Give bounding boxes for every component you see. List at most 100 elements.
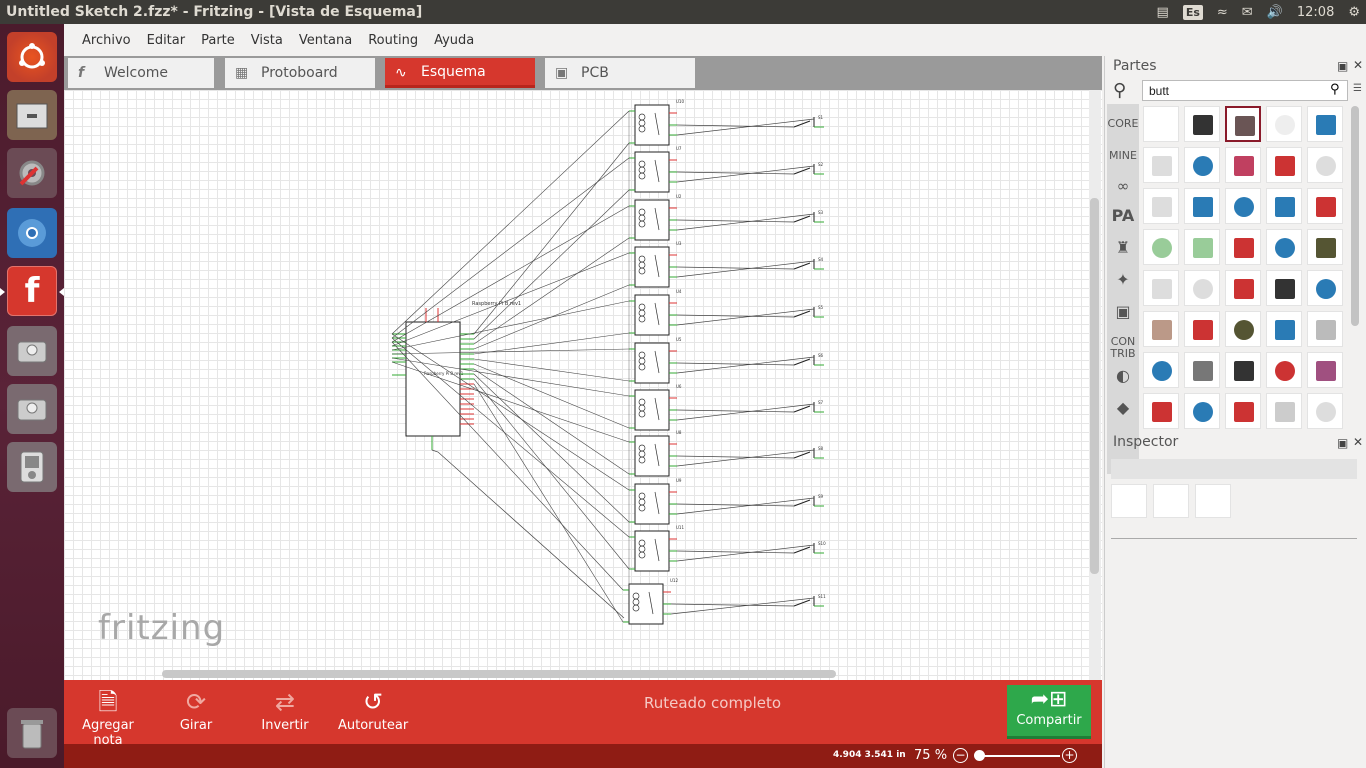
system-settings-icon[interactable]: [7, 148, 57, 198]
share-button[interactable]: ➦⊞ Compartir: [1007, 685, 1091, 739]
arduino-board-part[interactable]: [1225, 188, 1261, 224]
fritzing-app-icon[interactable]: f: [7, 266, 57, 316]
gear-icon[interactable]: ⚙: [1348, 5, 1360, 20]
pushbutton-part[interactable]: [1143, 106, 1179, 142]
keyboard-layout-indicator[interactable]: Es: [1182, 4, 1203, 20]
zoom-slider-thumb[interactable]: [974, 750, 985, 761]
screw-part[interactable]: [1266, 393, 1302, 429]
lilypad-part[interactable]: [1307, 352, 1343, 388]
arduino-mini-part[interactable]: [1184, 147, 1220, 183]
chromium-icon[interactable]: [7, 208, 57, 258]
zoom-in-button[interactable]: +: [1062, 748, 1077, 763]
undock-icon[interactable]: ▣: [1337, 436, 1348, 450]
adafruit-bin-icon[interactable]: PA: [1107, 208, 1139, 224]
menu-archivo[interactable]: Archivo: [82, 33, 131, 48]
seeed-bin-icon[interactable]: ♜: [1107, 240, 1139, 256]
trash-icon[interactable]: [7, 708, 57, 758]
big-button-part[interactable]: [1225, 393, 1261, 429]
button-module-part[interactable]: [1307, 229, 1343, 265]
ubuntu-dash-icon[interactable]: [7, 32, 57, 82]
esplora-part[interactable]: [1143, 352, 1179, 388]
list-view-icon[interactable]: ☰: [1353, 83, 1362, 94]
drive-icon[interactable]: [7, 326, 57, 376]
keypad-part[interactable]: [1143, 270, 1179, 306]
round-button-part[interactable]: [1143, 147, 1179, 183]
flip-button[interactable]: ⇄ Invertir: [260, 686, 310, 733]
arduino-board-part[interactable]: [1184, 393, 1220, 429]
bin-mine[interactable]: MINE: [1107, 150, 1139, 162]
zoom-unit: %: [934, 748, 948, 763]
bin-contrib[interactable]: CON TRIB: [1107, 336, 1139, 360]
sparkfun-board-part[interactable]: [1143, 393, 1179, 429]
keypad-part[interactable]: [1184, 270, 1220, 306]
screw-part[interactable]: [1307, 311, 1343, 347]
tab-pcb[interactable]: ▣ PCB: [545, 58, 695, 88]
arduino-uno-part[interactable]: [1184, 188, 1220, 224]
clock[interactable]: 12:08: [1297, 5, 1334, 20]
bin-core[interactable]: CORE: [1107, 118, 1139, 130]
tactile-button-part[interactable]: [1184, 106, 1220, 142]
schematic-canvas[interactable]: Raspberry Pi B rev1 Raspberry Pi B rev1 U1…: [64, 90, 1102, 680]
snootlab-bin-icon[interactable]: ▣: [1107, 304, 1139, 320]
schematic-drawing[interactable]: Raspberry Pi B rev1Raspberry Pi B rev1U1…: [64, 90, 1089, 680]
arduino-board-part[interactable]: [1266, 311, 1302, 347]
close-icon[interactable]: ✕: [1353, 435, 1363, 449]
keypad-part[interactable]: [1307, 188, 1343, 224]
search-bin-icon[interactable]: ◆: [1107, 400, 1139, 416]
zoom-slider-track[interactable]: [982, 755, 1060, 757]
arduino-bin-icon[interactable]: ∞: [1107, 179, 1139, 194]
files-indicator-icon[interactable]: ▤: [1157, 5, 1169, 20]
files-icon[interactable]: [7, 90, 57, 140]
autoroute-button[interactable]: ↺ Autorutear: [338, 686, 408, 733]
volume-icon[interactable]: 🔊: [1267, 5, 1283, 20]
switch-part[interactable]: [1184, 352, 1220, 388]
shield-part[interactable]: [1225, 311, 1261, 347]
undock-icon[interactable]: ▣: [1337, 59, 1348, 73]
zoom-out-button[interactable]: −: [953, 748, 968, 763]
menu-routing[interactable]: Routing: [368, 33, 418, 48]
search-go-icon[interactable]: ⚲: [1330, 82, 1340, 97]
tab-welcome[interactable]: f Welcome: [68, 58, 214, 88]
arduino-nano-part[interactable]: [1307, 270, 1343, 306]
add-note-button[interactable]: 🗎 Agregar nota: [68, 686, 148, 748]
button-board-part[interactable]: [1184, 311, 1220, 347]
menu-editar[interactable]: Editar: [147, 33, 186, 48]
rotate-button[interactable]: ⟳ Girar: [176, 686, 216, 733]
joystick-part[interactable]: [1266, 270, 1302, 306]
round-button-part[interactable]: [1307, 393, 1343, 429]
media-player-icon[interactable]: [7, 442, 57, 492]
menu-ayuda[interactable]: Ayuda: [434, 33, 474, 48]
parts-search-input[interactable]: [1142, 80, 1348, 101]
knob-part[interactable]: [1143, 188, 1179, 224]
arduino-board-part[interactable]: [1307, 106, 1343, 142]
knob-part[interactable]: [1266, 106, 1302, 142]
tab-protoboard[interactable]: ▦ Protoboard: [225, 58, 375, 88]
arduino-mega-part[interactable]: [1266, 188, 1302, 224]
rotary-encoder-part[interactable]: [1225, 352, 1261, 388]
sparkfun-bin-icon[interactable]: ✦: [1107, 272, 1139, 288]
parts-scrollbar[interactable]: [1351, 106, 1359, 326]
mail-icon[interactable]: ✉: [1242, 5, 1253, 20]
menu-parte[interactable]: Parte: [201, 33, 235, 48]
horizontal-scrollbar[interactable]: [162, 670, 836, 678]
wifi-icon[interactable]: ≈: [1217, 5, 1228, 20]
menu-vista[interactable]: Vista: [251, 33, 283, 48]
pushbutton-part-selected[interactable]: [1225, 106, 1261, 142]
tactile-button-part[interactable]: [1143, 311, 1179, 347]
temp-bin-icon[interactable]: ◐: [1107, 368, 1139, 384]
arcade-button-part[interactable]: [1266, 147, 1302, 183]
sparkfun-board-part[interactable]: [1266, 352, 1302, 388]
search-icon[interactable]: ⚲: [1113, 80, 1126, 101]
sparkfun-shield-part[interactable]: [1225, 270, 1261, 306]
menu-ventana[interactable]: Ventana: [299, 33, 352, 48]
close-icon[interactable]: ✕: [1353, 58, 1363, 72]
vertical-scrollbar[interactable]: [1090, 198, 1099, 574]
lilypad-button-part[interactable]: [1225, 147, 1261, 183]
tab-esquema[interactable]: ∿ Esquema: [385, 58, 535, 88]
arduino-micro-part[interactable]: [1266, 229, 1302, 265]
knob-part[interactable]: [1307, 147, 1343, 183]
drive-icon-2[interactable]: [7, 384, 57, 434]
sparkfun-board-part[interactable]: [1225, 229, 1261, 265]
reed-switch-part[interactable]: [1184, 229, 1220, 265]
reed-switch-part[interactable]: [1143, 229, 1179, 265]
